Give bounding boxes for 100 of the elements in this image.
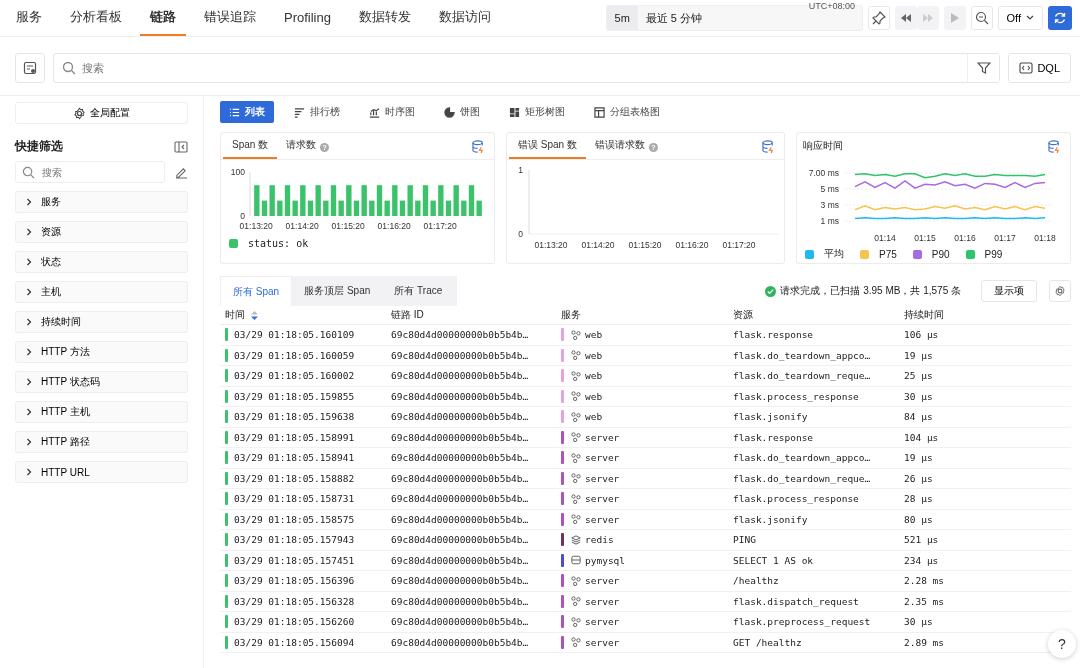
settings-button[interactable] <box>1049 280 1071 302</box>
database-icon[interactable] <box>762 140 775 153</box>
legend-label: P90 <box>931 248 950 260</box>
edit-icon[interactable] <box>175 165 188 179</box>
rewind-button[interactable] <box>894 6 917 30</box>
view-tab[interactable]: 饼图 <box>435 101 489 123</box>
sort-icon[interactable] <box>251 310 258 320</box>
view-tab[interactable]: 排行榜 <box>285 101 349 123</box>
table-tab[interactable]: 服务顶层 Span <box>292 276 383 306</box>
caret-icon <box>1026 15 1034 21</box>
column-header[interactable]: 持续时间 <box>904 308 944 322</box>
search-icon <box>62 61 76 75</box>
global-config-button[interactable]: 全局配置 <box>15 102 188 124</box>
nodes-icon <box>571 637 581 648</box>
table-cell: flask.preprocess_request <box>733 616 871 628</box>
status-indicator <box>225 615 228 629</box>
x-tick-label: 01:16 <box>954 233 976 243</box>
gear-icon <box>1054 285 1066 297</box>
search-field[interactable]: 搜索 <box>53 53 1001 83</box>
nav-tab[interactable]: 数据访问 <box>428 0 501 36</box>
nav-tab[interactable]: 错误追踪 <box>194 0 266 36</box>
line-chart: 0 1 01:13:20 01:14:20 01:15:20 01:16:20 01:17:20 <box>509 164 784 256</box>
table-cell: 03/29 01:18:05.156396 <box>234 575 355 587</box>
nav-tab[interactable]: 分析看板 <box>60 0 132 36</box>
nodes-icon <box>571 452 581 463</box>
pin-button[interactable] <box>867 6 890 30</box>
table-tab[interactable]: 所有 Trace <box>382 276 455 306</box>
help-button[interactable]: ? <box>1048 630 1076 658</box>
table-cell: 30 µs <box>904 390 933 402</box>
nav-tab[interactable]: Profiling <box>274 0 341 36</box>
chevron-icon <box>25 348 33 356</box>
filter-group[interactable]: HTTP 路径 <box>15 431 188 453</box>
chevron-icon <box>25 408 33 416</box>
table-cell: PING <box>733 534 756 546</box>
line-chart-icon <box>369 106 380 118</box>
filter-group[interactable]: 服务 <box>15 191 188 213</box>
column-header[interactable]: 服务 <box>561 308 581 322</box>
view-tab[interactable]: 列表 <box>220 101 274 123</box>
refresh-button[interactable] <box>1048 6 1072 30</box>
table-cell: flask.dispatch_request <box>733 595 859 607</box>
table-cell: 03/29 01:18:05.158882 <box>234 472 355 484</box>
time-preset: 5m <box>606 6 638 30</box>
nodes-icon <box>571 329 581 340</box>
filter-group[interactable]: 状态 <box>15 251 188 273</box>
filter-group[interactable]: 资源 <box>15 221 188 243</box>
success-icon <box>765 285 777 297</box>
table-cell: 84 µs <box>904 411 933 423</box>
column-header[interactable]: 时间 <box>225 308 245 322</box>
view-tab[interactable]: 矩形树图 <box>500 101 574 123</box>
y-tick-label: 100 <box>230 167 246 177</box>
collapse-panel-icon[interactable] <box>174 140 188 153</box>
column-header[interactable]: 链路 ID <box>391 308 424 322</box>
database-icon[interactable] <box>1048 139 1061 153</box>
table-cell: 69c80d4d00000000b0b5b4b… <box>391 493 529 505</box>
nav-tab[interactable]: 数据转发 <box>348 0 421 36</box>
nodes-icon <box>571 514 581 525</box>
table-cell: 03/29 01:18:05.158575 <box>234 513 355 525</box>
table-cell: 69c80d4d00000000b0b5b4b… <box>391 513 529 525</box>
chart-tab[interactable]: 错误 Span 数 <box>509 132 586 159</box>
bar-list-icon <box>294 106 305 118</box>
table-cell: server <box>585 493 620 505</box>
dql-button[interactable]: DQL <box>1008 53 1071 83</box>
table-cell: 69c80d4d00000000b0b5b4b… <box>391 554 529 566</box>
table-cell: 69c80d4d00000000b0b5b4b… <box>391 329 529 341</box>
table-cell: web <box>585 329 603 341</box>
table-cell: 234 µs <box>904 554 939 566</box>
filter-button[interactable] <box>967 54 1000 82</box>
filter-group[interactable]: 主机 <box>15 281 188 303</box>
x-tick-label: 01:15 <box>914 233 936 243</box>
table-cell: 30 µs <box>904 616 933 628</box>
nodes-icon <box>571 493 581 504</box>
nav-tab[interactable]: 服务 <box>6 0 52 36</box>
column-header[interactable]: 资源 <box>733 308 753 322</box>
database-icon[interactable] <box>472 140 485 153</box>
legend-label: 平均 <box>824 247 844 261</box>
filter-search-field[interactable]: 搜索 <box>15 161 165 183</box>
view-tab[interactable]: 分组表格图 <box>585 101 669 123</box>
chevron-icon <box>25 378 33 386</box>
chart-tab[interactable]: Span 数 <box>223 132 278 159</box>
filter-group[interactable]: HTTP 主机 <box>15 401 188 423</box>
filter-group[interactable]: HTTP URL <box>15 461 188 483</box>
filter-group[interactable]: HTTP 方法 <box>15 341 188 363</box>
display-columns-button[interactable]: 显示项 <box>981 280 1037 302</box>
table-tab[interactable]: 所有 Span <box>220 276 293 306</box>
filter-group[interactable]: HTTP 状态码 <box>15 371 188 393</box>
nav-tab[interactable]: 链路 <box>140 0 186 36</box>
legend-label: P99 <box>984 248 1003 260</box>
table-cell: 28 µs <box>904 493 933 505</box>
refresh-interval-dropdown[interactable]: Off <box>997 6 1043 30</box>
view-tab[interactable]: 时序图 <box>360 101 424 123</box>
zoom-out-button[interactable] <box>970 6 993 30</box>
save-view-button[interactable] <box>15 53 45 83</box>
table-cell: 03/29 01:18:05.156328 <box>234 595 355 607</box>
table-cell: 69c80d4d00000000b0b5b4b… <box>391 575 529 587</box>
fast-forward-icon <box>921 13 934 23</box>
status-indicator <box>225 471 228 485</box>
filter-group[interactable]: 持续时间 <box>15 311 188 333</box>
x-tick-label: 01:14:20 <box>581 240 615 250</box>
query-status: 请求完成，已扫描 3.95 MB，共 1,575 条 <box>780 284 961 298</box>
status-indicator <box>225 635 228 649</box>
